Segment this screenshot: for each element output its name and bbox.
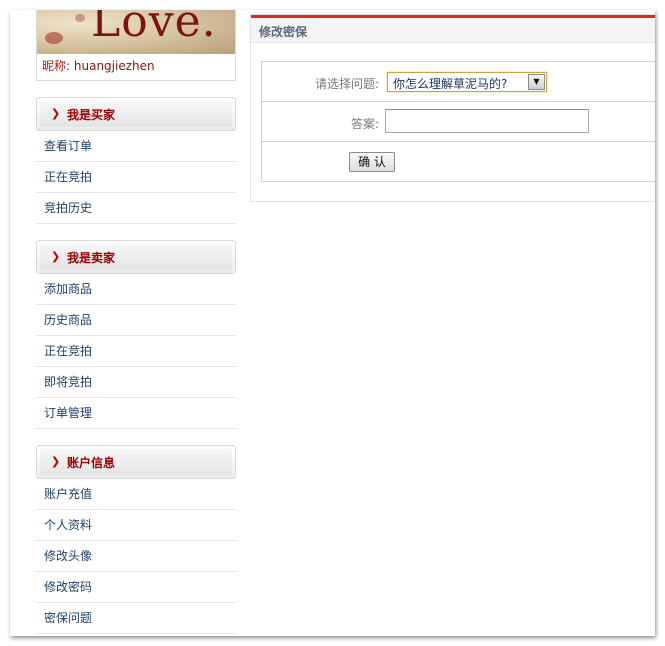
menu-item-bid-history[interactable]: 竞拍历史	[36, 193, 236, 224]
menu-item-recharge[interactable]: 账户充值	[36, 479, 236, 510]
answer-label: 答案:	[350, 117, 379, 131]
account-menu: 账户充值 个人资料 修改头像 修改密码 密保问题	[36, 479, 236, 634]
avatar-stain	[75, 14, 85, 22]
seller-menu: 添加商品 历史商品 正在竞拍 即将竞拍 订单管理	[36, 274, 236, 429]
left-sidebar: Love. 昵称: huangjiezhen ❯ 我是买家 查看订单 正在竞拍 …	[36, 10, 236, 634]
panel-header: 修改密保	[251, 18, 655, 43]
group-title-account: 账户信息	[67, 456, 116, 470]
menu-item-view-orders[interactable]: 查看订单	[36, 131, 236, 162]
group-title-seller: 我是卖家	[67, 251, 116, 265]
avatar[interactable]: Love.	[37, 10, 235, 54]
menu-item-change-password[interactable]: 修改密码	[36, 572, 236, 603]
profile-card: Love. 昵称: huangjiezhen	[36, 10, 236, 81]
menu-item-change-avatar[interactable]: 修改头像	[36, 541, 236, 572]
menu-item-bidding[interactable]: 正在竞拍	[36, 162, 236, 193]
security-question-panel: 修改密保 请选择问题: 你怎么理解草泥马的? ▼ 答案: 确 认	[250, 14, 655, 202]
form-row-question: 请选择问题: 你怎么理解草泥马的? ▼	[262, 62, 655, 102]
group-header-seller: ❯ 我是卖家	[36, 240, 236, 274]
form-row-submit: 确 认	[262, 142, 655, 181]
security-form: 请选择问题: 你怎么理解草泥马的? ▼ 答案: 确 认	[261, 61, 655, 182]
group-header-account: ❯ 账户信息	[36, 445, 236, 479]
nickname-row: 昵称: huangjiezhen	[37, 54, 235, 79]
group-header-buyer: ❯ 我是买家	[36, 97, 236, 131]
question-select-value: 你怎么理解草泥马的?	[393, 77, 508, 91]
caret-down-icon[interactable]: ▼	[528, 74, 545, 90]
group-title-buyer: 我是买家	[67, 108, 116, 122]
menu-item-upcoming-auction[interactable]: 即将竞拍	[36, 367, 236, 398]
question-label: 请选择问题:	[314, 77, 379, 91]
nickname-value: huangjiezhen	[73, 59, 155, 73]
confirm-button[interactable]: 确 认	[349, 152, 395, 172]
chevron-right-icon: ❯	[51, 455, 61, 468]
chevron-right-icon: ❯	[51, 250, 61, 263]
page-frame: Love. 昵称: huangjiezhen ❯ 我是买家 查看订单 正在竞拍 …	[10, 10, 655, 636]
form-row-answer: 答案:	[262, 102, 655, 142]
menu-item-product-history[interactable]: 历史商品	[36, 305, 236, 336]
chevron-right-icon: ❯	[51, 107, 61, 120]
menu-item-profile[interactable]: 个人资料	[36, 510, 236, 541]
menu-item-in-auction[interactable]: 正在竞拍	[36, 336, 236, 367]
nickname-label: 昵称:	[42, 59, 71, 73]
avatar-stain	[45, 32, 63, 44]
menu-item-security-question[interactable]: 密保问题	[36, 603, 236, 634]
menu-item-add-product[interactable]: 添加商品	[36, 274, 236, 305]
answer-input[interactable]	[385, 109, 589, 133]
avatar-text: Love.	[91, 10, 217, 47]
question-select[interactable]: 你怎么理解草泥马的? ▼	[387, 72, 547, 92]
menu-item-order-management[interactable]: 订单管理	[36, 398, 236, 429]
buyer-menu: 查看订单 正在竞拍 竞拍历史	[36, 131, 236, 224]
panel-title: 修改密保	[259, 25, 308, 39]
